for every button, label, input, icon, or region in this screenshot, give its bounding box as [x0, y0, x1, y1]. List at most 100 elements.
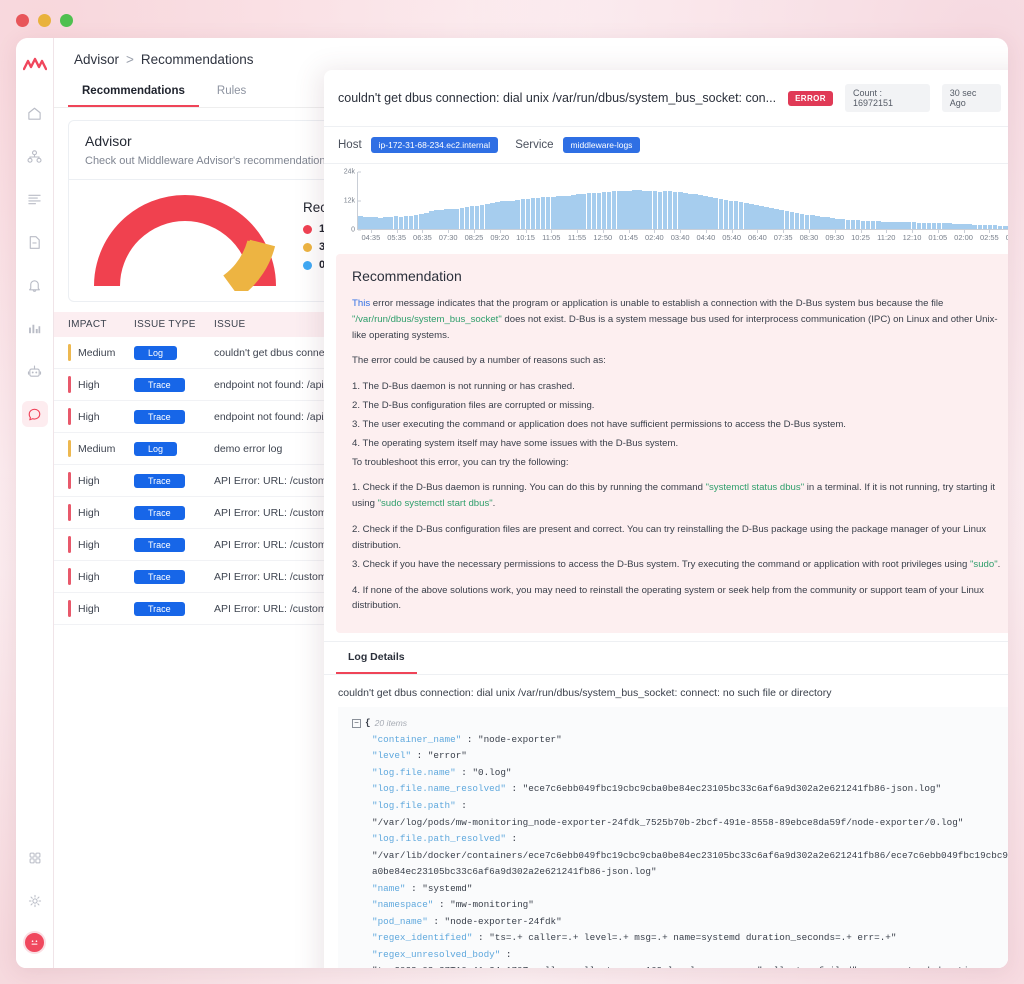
chart-bar[interactable] [505, 201, 510, 229]
chart-bar[interactable] [734, 201, 739, 229]
chart-bar[interactable] [957, 224, 962, 229]
sidebar-item-logs[interactable] [22, 186, 48, 212]
chart-bar[interactable] [678, 192, 683, 229]
chart-bar[interactable] [388, 217, 393, 229]
chart-bar[interactable] [373, 217, 378, 229]
chart-bar[interactable] [444, 209, 449, 229]
chart-bar[interactable] [576, 194, 581, 229]
chart-bar[interactable] [693, 194, 698, 229]
chart-bar[interactable] [846, 220, 851, 229]
chart-bar[interactable] [597, 193, 602, 229]
chart-bar[interactable] [510, 201, 515, 230]
chart-bar[interactable] [962, 224, 967, 229]
chart-bar[interactable] [683, 193, 688, 229]
chart-bar[interactable] [805, 215, 810, 229]
chart-bar[interactable] [485, 204, 490, 229]
chart-bar[interactable] [378, 218, 383, 229]
chart-bar[interactable] [673, 192, 678, 229]
chart-bar[interactable] [790, 212, 795, 229]
chart-bar[interactable] [744, 203, 749, 229]
sidebar-item-documents[interactable] [22, 229, 48, 255]
sidebar-item-metrics[interactable] [22, 315, 48, 341]
chart-bar[interactable] [906, 222, 911, 229]
chart-bar[interactable] [383, 217, 388, 229]
chart-bar[interactable] [978, 225, 983, 229]
chart-bar[interactable] [587, 193, 592, 229]
chart-bar[interactable] [358, 216, 363, 229]
chart-bar[interactable] [708, 197, 713, 229]
chart-bar[interactable] [566, 196, 571, 229]
chart-bar[interactable] [754, 205, 759, 229]
gear-icon[interactable] [22, 888, 48, 914]
chart-bar[interactable] [409, 216, 414, 229]
chart-bar[interactable] [988, 225, 993, 229]
chart-bar[interactable] [439, 210, 444, 229]
chart-bar[interactable] [861, 221, 866, 229]
chart-bar[interactable] [490, 203, 495, 229]
sidebar-item-advisor[interactable] [22, 358, 48, 384]
sidebar-item-infrastructure[interactable] [22, 143, 48, 169]
chart-bar[interactable] [830, 218, 835, 229]
chart-bar[interactable] [627, 191, 632, 229]
chart-bar[interactable] [703, 196, 708, 229]
chart-bar[interactable] [414, 215, 419, 229]
chart-bar[interactable] [774, 209, 779, 229]
sidebar-item-support[interactable] [22, 401, 48, 427]
chart-bar[interactable] [972, 225, 977, 230]
chart-bar[interactable] [835, 219, 840, 229]
chart-bar[interactable] [993, 225, 998, 229]
chart-bar[interactable] [942, 223, 947, 229]
chart-bar[interactable] [363, 217, 368, 229]
chart-bar[interactable] [612, 191, 617, 229]
chart-bar[interactable] [795, 213, 800, 229]
window-controls[interactable] [16, 14, 73, 27]
chart-bar[interactable] [581, 194, 586, 229]
chart-bar[interactable] [937, 223, 942, 229]
chart-bar[interactable] [642, 191, 647, 229]
chart-bar[interactable] [465, 207, 470, 229]
minimize-window-button[interactable] [38, 14, 51, 27]
chart-bar[interactable] [454, 209, 459, 229]
chart-bar[interactable] [653, 191, 658, 229]
tab-recommendations[interactable]: Recommendations [68, 77, 199, 107]
chart-bar[interactable] [637, 190, 642, 229]
chart-bar[interactable] [749, 204, 754, 229]
chart-bar[interactable] [424, 213, 429, 229]
chart-bar[interactable] [886, 222, 891, 229]
chart-bar[interactable] [429, 211, 434, 229]
chart-bar[interactable] [713, 198, 718, 229]
chart-bar[interactable] [825, 217, 830, 229]
chart-bar[interactable] [602, 192, 607, 229]
chart-bar[interactable] [927, 223, 932, 229]
chart-bar[interactable] [531, 198, 536, 229]
chart-bar[interactable] [521, 199, 526, 229]
chart-bar[interactable] [739, 202, 744, 229]
chart-bar[interactable] [368, 217, 373, 229]
close-window-button[interactable] [16, 14, 29, 27]
chart-bar[interactable] [881, 222, 886, 229]
chart-bar[interactable] [536, 198, 541, 229]
chart-bar[interactable] [668, 191, 673, 229]
host-value-chip[interactable]: ip-172-31-68-234.ec2.internal [371, 137, 499, 153]
tab-log-details[interactable]: Log Details [336, 642, 417, 674]
chart-bar[interactable] [622, 191, 627, 229]
chart-bar[interactable] [810, 215, 815, 229]
avatar[interactable] [23, 931, 46, 954]
collapse-toggle-icon[interactable]: − [352, 719, 361, 728]
chart-bar[interactable] [871, 221, 876, 229]
chart-bar[interactable] [769, 208, 774, 229]
chart-bar[interactable] [912, 222, 917, 229]
chart-bar[interactable] [851, 220, 856, 229]
chart-bar[interactable] [759, 206, 764, 229]
chart-bar[interactable] [658, 192, 663, 229]
tab-rules[interactable]: Rules [203, 77, 260, 107]
chart-bar[interactable] [698, 195, 703, 229]
chart-bar[interactable] [571, 195, 576, 229]
chart-bar[interactable] [607, 192, 612, 229]
grid-icon[interactable] [22, 845, 48, 871]
chart-bar[interactable] [434, 210, 439, 229]
chart-bar[interactable] [404, 216, 409, 229]
chart-bar[interactable] [800, 214, 805, 229]
chart-bar[interactable] [785, 211, 790, 229]
chart-bar[interactable] [546, 197, 551, 229]
